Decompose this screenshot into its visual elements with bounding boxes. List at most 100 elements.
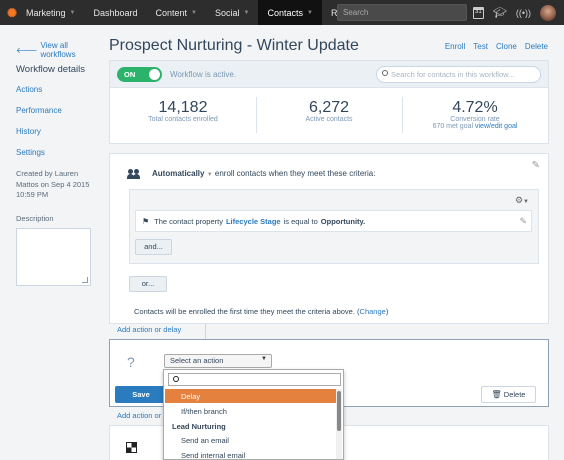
save-button[interactable]: Save xyxy=(115,386,167,403)
description-textarea[interactable] xyxy=(16,227,91,286)
change-close-paren: ) xyxy=(385,307,389,316)
nav-marketing-label: Marketing xyxy=(26,7,66,18)
workflow-contact-search-input[interactable]: Search for contacts in this workflow... xyxy=(376,66,541,83)
sidebar-item-history[interactable]: History xyxy=(16,127,100,136)
description-label: Description xyxy=(16,213,54,223)
global-search-input[interactable]: Search xyxy=(337,4,467,21)
nav-dashboard[interactable]: Dashboard xyxy=(84,0,146,25)
filter-operator: is equal to xyxy=(283,216,318,226)
option-send-email[interactable]: Send an email xyxy=(165,433,336,447)
stat-label: Active contacts xyxy=(305,116,353,123)
nav-social[interactable]: Social ▼ xyxy=(206,0,258,25)
trigger-type-dropdown[interactable]: Automatically xyxy=(152,169,204,178)
stat-active-contacts: 6,272 Active contacts xyxy=(256,88,402,144)
stat-sub: 670 met goal view/edit goal xyxy=(402,123,548,130)
trash-icon: 🗑︎ xyxy=(491,390,502,399)
test-link[interactable]: Test xyxy=(473,42,488,51)
nav-social-label: Social xyxy=(214,7,240,18)
and-button[interactable]: and... xyxy=(135,239,172,255)
enrollment-note: Contacts will be enrolled the first time… xyxy=(134,307,388,316)
search-icon xyxy=(173,376,179,382)
option-delay[interactable]: Delay xyxy=(165,389,336,403)
view-edit-goal-link[interactable]: view/edit goal xyxy=(475,123,517,130)
filter-value: Opportunity. xyxy=(320,216,366,226)
global-search-placeholder: Search xyxy=(343,8,369,17)
workflow-status-card: ON Workflow is active. Search for contac… xyxy=(109,60,549,144)
workflow-sidebar: 🡐 View all workflows Workflow details Ac… xyxy=(0,25,100,460)
trigger-description: enroll contacts when they meet these cri… xyxy=(214,169,376,178)
contacts-icon xyxy=(127,169,140,179)
change-link[interactable]: Change xyxy=(360,307,386,316)
nav-marketing[interactable]: Marketing ▼ xyxy=(17,0,84,25)
dropdown-scrollbar[interactable] xyxy=(336,389,342,459)
met-goal-text: 670 met goal xyxy=(432,123,474,130)
clone-link[interactable]: Clone xyxy=(496,42,517,51)
sidebar-title: Workflow details xyxy=(16,64,85,75)
hubspot-sprocket-icon[interactable]: ✺ xyxy=(7,7,17,19)
gear-icon[interactable]: ⚙▼ xyxy=(515,195,529,206)
action-options-dropdown: Delay If/then branch Lead Nurturing Send… xyxy=(163,369,344,460)
sidebar-item-settings[interactable]: Settings xyxy=(16,148,100,157)
chevron-down-icon: ▼ xyxy=(243,9,250,16)
top-navigation: ✺ Marketing ▼ Dashboard Content ▼ Social ▼ … xyxy=(0,0,564,25)
nav-content[interactable]: Content ▼ xyxy=(147,0,206,25)
graduation-cap-icon[interactable]: 🎓︎ xyxy=(493,6,507,19)
view-all-workflows-label: View all workflows xyxy=(40,41,76,59)
goal-checkered-flag-icon xyxy=(126,442,137,453)
select-action-value: Select an action xyxy=(170,356,224,365)
chevron-down-icon: ▼ xyxy=(261,356,267,362)
chevron-down-icon: ▼ xyxy=(191,9,197,16)
filter-row[interactable]: ⚑ The contact property Lifecycle Stage i… xyxy=(135,210,532,232)
option-if-then-branch[interactable]: If/then branch xyxy=(165,404,336,418)
page-title: Prospect Nurturing - Winter Update xyxy=(109,37,359,54)
toggle-label: ON xyxy=(124,69,136,79)
stat-total-enrolled: 14,182 Total contacts enrolled xyxy=(110,88,256,144)
stat-value: 4.72% xyxy=(452,99,498,116)
toggle-knob xyxy=(149,68,160,80)
add-action-link[interactable]: Add action or delay xyxy=(117,325,181,334)
calendar-day: 31 xyxy=(475,8,482,15)
workflow-actions: Enroll Test Clone Delete xyxy=(445,42,548,51)
sidebar-item-performance[interactable]: Performance xyxy=(16,106,100,115)
pencil-icon[interactable]: ✎ xyxy=(519,216,527,227)
arrow-left-icon: 🡐 xyxy=(16,46,38,55)
calendar-icon[interactable]: 31 xyxy=(472,6,484,19)
stat-value: 14,182 xyxy=(158,99,208,116)
workflow-active-toggle[interactable]: ON xyxy=(117,66,162,82)
chevron-down-icon: ▼ xyxy=(69,9,76,16)
option-send-internal-email[interactable]: Send internal email xyxy=(165,448,336,459)
enroll-link[interactable]: Enroll xyxy=(445,42,465,51)
stat-value: 6,272 xyxy=(308,99,350,116)
view-all-workflows-link[interactable]: 🡐 View all workflows xyxy=(16,41,100,59)
nav-dashboard-label: Dashboard xyxy=(93,7,138,18)
select-action-dropdown[interactable]: Select an action ▼ xyxy=(164,354,272,368)
nav-contacts-label: Contacts xyxy=(267,7,303,18)
nav-contacts[interactable]: Contacts ▼ xyxy=(258,0,322,25)
workflow-connector xyxy=(205,324,206,339)
dropdown-search-input[interactable] xyxy=(168,373,341,386)
enrollment-trigger-text: Automatically ▼ enroll contacts when the… xyxy=(152,169,375,178)
delete-button[interactable]: 🗑︎ Delete xyxy=(481,386,536,403)
delete-button-label: Delete xyxy=(503,390,526,399)
stat-label: Total contacts enrolled xyxy=(148,116,218,123)
nav-right-icons: 31 🎓︎ ((•)) xyxy=(472,0,556,25)
broadcast-icon[interactable]: ((•)) xyxy=(516,8,531,18)
filter-prefix: The contact property xyxy=(154,216,223,226)
delete-link[interactable]: Delete xyxy=(525,42,548,51)
question-icon: ? xyxy=(127,354,135,370)
scrollbar-thumb[interactable] xyxy=(337,391,341,431)
user-avatar[interactable] xyxy=(540,4,556,21)
pencil-icon[interactable]: ✎ xyxy=(532,160,540,171)
sidebar-item-actions[interactable]: Actions xyxy=(16,85,100,94)
chevron-down-icon: ▼ xyxy=(306,9,313,16)
option-group-lead-nurturing: Lead Nurturing xyxy=(172,422,226,431)
criteria-group: ⚙▼ ⚑ The contact property Lifecycle Stag… xyxy=(129,189,539,264)
enrollment-trigger-card: Automatically ▼ enroll contacts when the… xyxy=(109,153,549,324)
or-button[interactable]: or... xyxy=(129,276,167,292)
status-text: Workflow is active. xyxy=(170,69,237,79)
chevron-down-icon[interactable]: ▼ xyxy=(207,172,213,178)
stat-conversion-rate: 4.72% Conversion rate 670 met goal view/… xyxy=(402,88,548,144)
stats-row: 14,182 Total contacts enrolled 6,272 Act… xyxy=(110,88,548,144)
flag-icon: ⚑ xyxy=(142,216,150,226)
workflow-search-placeholder: Search for contacts in this workflow... xyxy=(391,70,515,79)
